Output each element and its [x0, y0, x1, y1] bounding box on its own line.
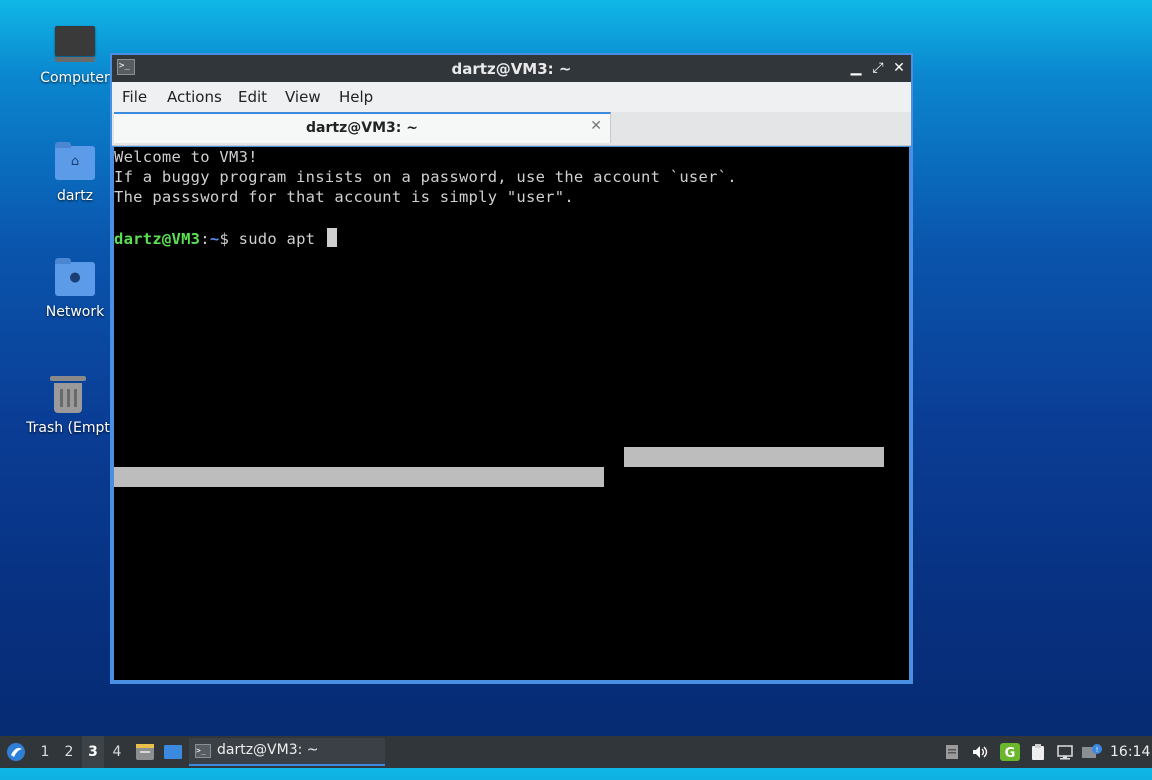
tab-close-icon[interactable]: ✕ [590, 118, 602, 134]
tab-label: dartz@VM3: ~ [306, 120, 418, 136]
minimize-icon[interactable]: ▁ [847, 58, 865, 78]
workspace-1[interactable]: 1 [34, 736, 56, 768]
terminal-window: >_ dartz@VM3: ~ ▁ ⤢ ✕ File Actions Edit … [110, 53, 913, 684]
file-manager-icon [136, 744, 154, 760]
desktop-icon-label: Network [45, 304, 105, 320]
show-desktop-button[interactable] [163, 736, 183, 768]
terminal-icon: >_ [195, 744, 211, 758]
taskbar: 1 2 3 4 >_ dartz@VM3: ~ G ! 16:14 [0, 736, 1152, 768]
workspace-4[interactable]: 4 [106, 736, 128, 768]
svg-text:G: G [1005, 746, 1016, 761]
network-folder-icon: ● [53, 256, 97, 300]
lubuntu-logo-icon [7, 743, 25, 761]
volume-icon[interactable] [972, 744, 988, 760]
menu-file[interactable]: File [122, 88, 147, 106]
desktop-icon-home[interactable]: ⌂ dartz [29, 140, 121, 204]
prompt-command: sudo apt [229, 230, 325, 248]
desktop-icon-label: Trash (Empt [26, 420, 110, 436]
clipboard-icon[interactable] [944, 744, 960, 760]
menu-view[interactable]: View [285, 88, 321, 106]
update-notifier-icon[interactable]: G [1000, 743, 1020, 761]
svg-text:!: ! [1096, 746, 1099, 754]
prompt-user-host: dartz@VM3 [114, 230, 201, 248]
clock[interactable]: 16:14 [1110, 736, 1150, 768]
desktop-icon-network[interactable]: ● Network [29, 256, 121, 320]
menu-actions[interactable]: Actions [167, 88, 222, 106]
notification-icon[interactable]: ! [1082, 744, 1102, 760]
menu-edit[interactable]: Edit [238, 88, 267, 106]
desktop-icon [164, 745, 182, 759]
window-title: dartz@VM3: ~ [451, 60, 572, 78]
file-manager-launcher[interactable] [135, 736, 155, 768]
terminal-output[interactable]: Welcome to VM3! If a buggy program insis… [114, 147, 909, 680]
terminal-prompt-line: dartz@VM3:~$ sudo apt [114, 228, 337, 248]
trash-icon [46, 372, 90, 416]
window-titlebar[interactable]: >_ dartz@VM3: ~ ▁ ⤢ ✕ [112, 55, 911, 82]
desktop-icon-label: dartz [56, 188, 94, 204]
start-menu-button[interactable] [5, 736, 27, 768]
task-button-terminal[interactable]: >_ dartz@VM3: ~ [189, 738, 385, 766]
workspace-2[interactable]: 2 [58, 736, 80, 768]
tab-bar: dartz@VM3: ~ ✕ [112, 112, 911, 146]
workspace-3[interactable]: 3 [82, 736, 104, 768]
terminal-line: Welcome to VM3! [114, 148, 258, 166]
menu-bar: File Actions Edit View Help [112, 82, 911, 112]
text-cursor [326, 228, 337, 247]
redaction-bar [114, 467, 604, 487]
clipboard-manager-icon[interactable] [1030, 744, 1046, 760]
home-folder-icon: ⌂ [53, 140, 97, 184]
desktop-icon-label: Computer [40, 70, 110, 86]
computer-icon [53, 22, 97, 66]
desktop-icon-trash[interactable]: Trash (Empt [22, 372, 114, 436]
prompt-path: ~ [209, 230, 220, 248]
network-icon[interactable] [1057, 744, 1073, 760]
menu-help[interactable]: Help [339, 88, 373, 106]
prompt-separator: : [200, 230, 210, 248]
redaction-bar [624, 447, 884, 467]
maximize-icon[interactable]: ⤢ [869, 58, 887, 78]
tab-terminal[interactable]: dartz@VM3: ~ ✕ [114, 112, 611, 143]
task-button-label: dartz@VM3: ~ [217, 742, 319, 758]
desktop-icon-computer[interactable]: Computer [29, 22, 121, 86]
prompt-symbol: $ [219, 230, 230, 248]
terminal-line: The passsword for that account is simply… [114, 188, 574, 206]
terminal-line: If a buggy program insists on a password… [114, 168, 737, 186]
close-icon[interactable]: ✕ [890, 58, 908, 78]
